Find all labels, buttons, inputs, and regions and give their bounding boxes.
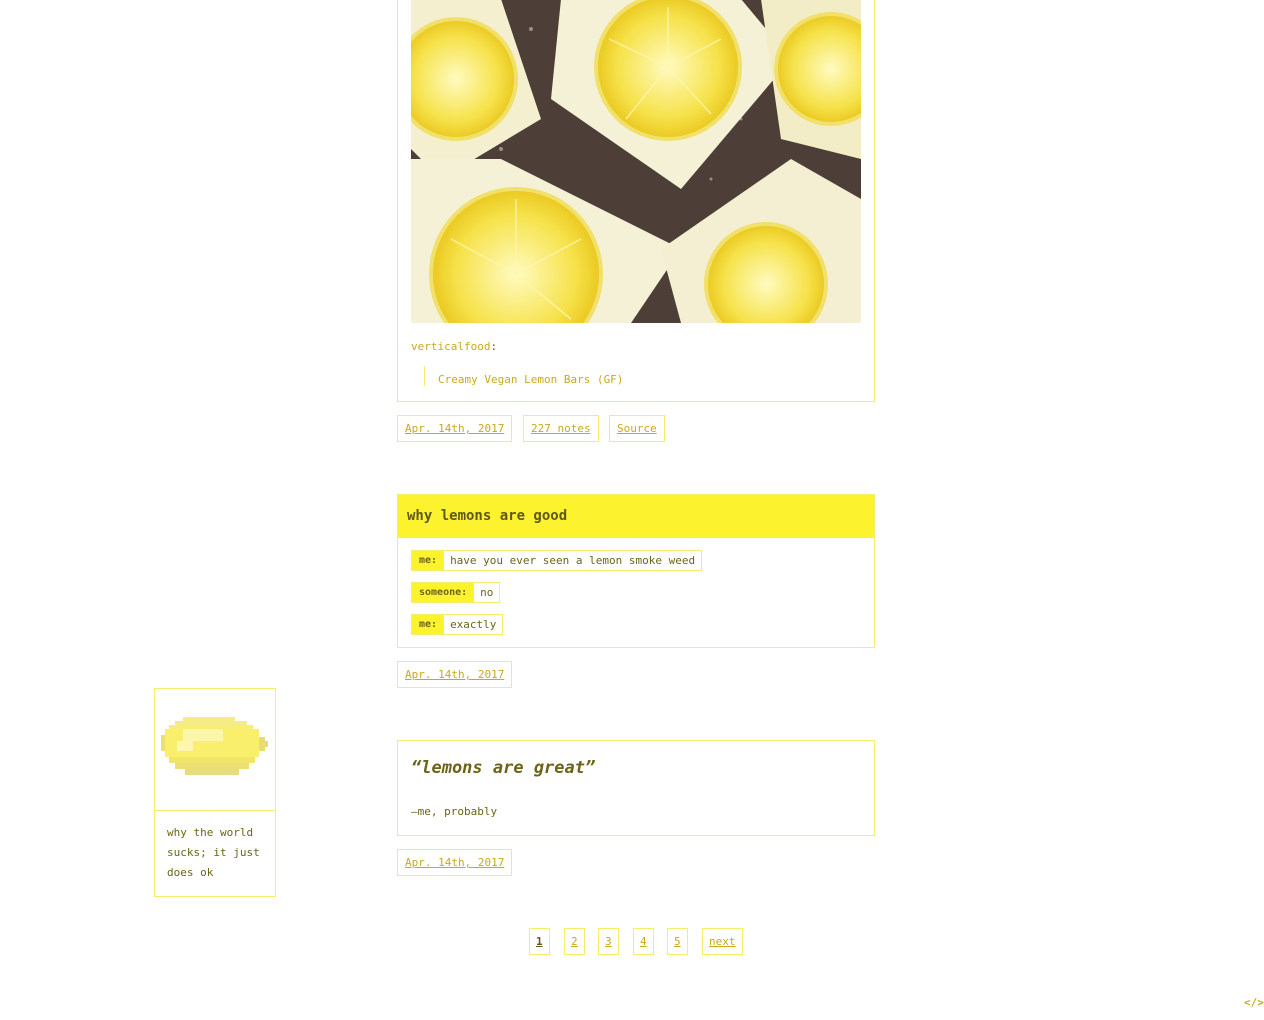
page-link[interactable]: 4 <box>633 928 654 955</box>
chat-line: me: exactly <box>411 614 504 635</box>
reblog-user-link[interactable]: verticalfood <box>411 340 490 353</box>
lemon-bars-photo[interactable] <box>411 0 861 323</box>
page-link-current[interactable]: 1 <box>529 928 550 955</box>
page-link[interactable]: 2 <box>564 928 585 955</box>
chat-text: exactly <box>444 615 503 634</box>
reblog-colon: : <box>490 340 498 353</box>
chat-speaker: me: <box>412 551 445 570</box>
post-date-link[interactable]: Apr. 14th, 2017 <box>397 849 513 876</box>
sidebar: why the world sucks; it just does ok <box>154 688 276 897</box>
reblog-attribution: verticalfood: <box>411 340 497 353</box>
quote-text: “lemons are great” <box>411 758 596 778</box>
chat-speaker: someone: <box>412 583 475 602</box>
chat-post: why lemons are good me: have you ever se… <box>397 494 875 648</box>
chat-post-title: why lemons are good <box>398 495 874 538</box>
photo-post-meta: Apr. 14th, 2017 227 notes Source <box>397 415 877 442</box>
theme-credit-code-icon[interactable]: </> <box>1244 996 1264 1009</box>
quote-source: —me, probably <box>411 805 498 818</box>
chat-line: someone: no <box>411 582 501 603</box>
page-link[interactable]: 3 <box>598 928 619 955</box>
quote-post: “lemons are great” —me, probably <box>397 740 875 836</box>
chat-post-meta: Apr. 14th, 2017 <box>397 661 877 688</box>
page-link[interactable]: 5 <box>667 928 688 955</box>
post-date-link[interactable]: Apr. 14th, 2017 <box>397 661 513 688</box>
blog-description: why the world sucks; it just does ok <box>167 826 260 879</box>
caption-link[interactable]: Creamy Vegan Lemon Bars (GF) <box>438 373 623 386</box>
notes-link[interactable]: 227 notes <box>523 415 599 442</box>
source-link[interactable]: Source <box>609 415 665 442</box>
chat-line: me: have you ever seen a lemon smoke wee… <box>411 550 703 571</box>
photo-post: verticalfood: Creamy Vegan Lemon Bars (G… <box>397 0 875 402</box>
quote-post-meta: Apr. 14th, 2017 <box>397 849 877 876</box>
blockquote-border <box>424 366 425 386</box>
chat-text: no <box>474 583 500 602</box>
pixel-lemon-icon <box>161 717 268 775</box>
chat-speaker: me: <box>412 615 445 634</box>
pagination: 1 2 3 4 5 next <box>529 928 749 955</box>
post-date-link[interactable]: Apr. 14th, 2017 <box>397 415 513 442</box>
avatar[interactable] <box>155 689 275 811</box>
chat-text: have you ever seen a lemon smoke weed <box>444 551 702 570</box>
next-page-link[interactable]: next <box>702 928 743 955</box>
